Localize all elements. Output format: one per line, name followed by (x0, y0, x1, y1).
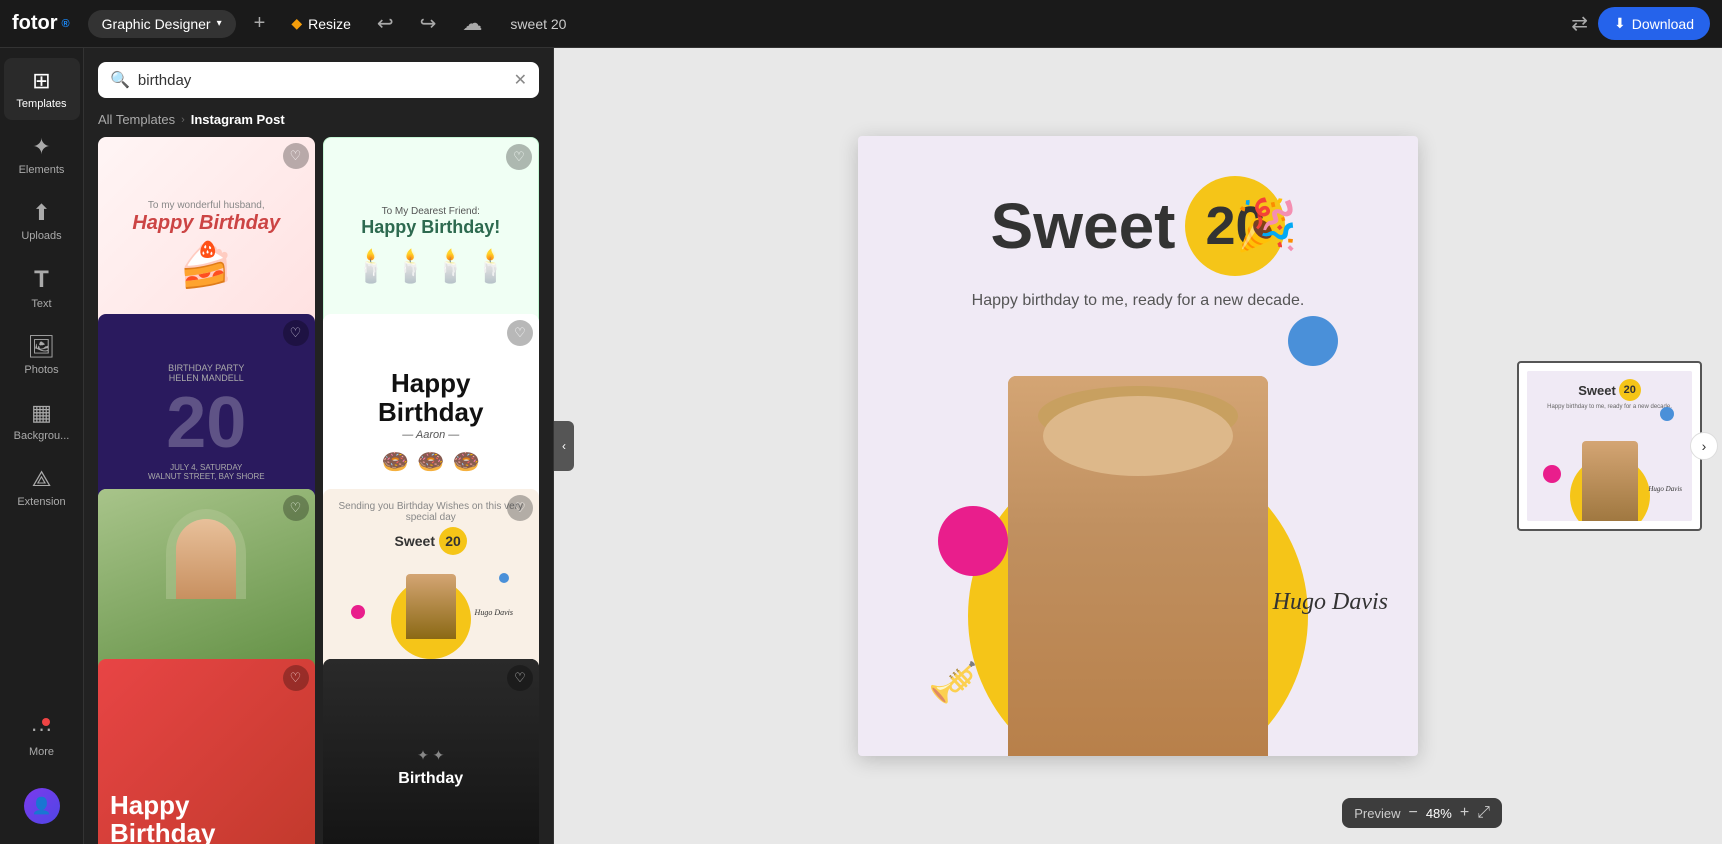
avatar: 👤 (24, 788, 60, 824)
clear-search-button[interactable]: ✕ (514, 70, 527, 90)
uploads-icon: ⬆ (32, 200, 50, 226)
elements-icon: ✦ (32, 134, 50, 160)
undo-button[interactable]: ↩ (369, 7, 402, 40)
avatar-icon: 👤 (32, 796, 52, 816)
breadcrumb-current: Instagram Post (191, 112, 285, 127)
breadcrumb-arrow: › (181, 114, 185, 126)
sidebar-item-extension[interactable]: ⟁ Extension (4, 456, 80, 518)
extension-icon: ⟁ (32, 466, 52, 492)
search-icon: 🔍 (110, 70, 130, 90)
sidebar-item-background[interactable]: ▦ Backgrou... (4, 390, 80, 452)
canvas-area: ‹ Sweet 20 Happy birthday to me, ready f… (554, 48, 1722, 844)
favorite-button-7[interactable]: ♡ (283, 665, 309, 691)
template-card-7[interactable]: HappyBirthday Chloe! ♡ (98, 659, 315, 844)
canvas-name: Hugo Davis (1273, 589, 1388, 616)
favorite-button-4[interactable]: ♡ (507, 320, 533, 346)
sidebar-item-elements[interactable]: ✦ Elements (4, 124, 80, 186)
canvas-blue-dot (1288, 316, 1338, 366)
canvas-confetti: 🎺 (928, 659, 978, 706)
add-button[interactable]: + (246, 8, 274, 39)
canvas-sweet-text: Sweet (991, 189, 1176, 263)
document-title: sweet 20 (510, 16, 566, 32)
zoom-out-button[interactable]: − (1408, 804, 1417, 822)
sidebar-item-avatar[interactable]: 👤 (4, 778, 80, 834)
graphic-designer-button[interactable]: Graphic Designer ▾ (88, 10, 236, 38)
canvas-person-photo (1008, 376, 1268, 756)
canvas-subtitle: Happy birthday to me, ready for a new de… (972, 292, 1305, 310)
sidebar-item-uploads[interactable]: ⬆ Uploads (4, 190, 80, 252)
sidebar-item-photos[interactable]: 🖼 Photos (4, 324, 80, 386)
canvas-card[interactable]: Sweet 20 Happy birthday to me, ready for… (858, 136, 1418, 756)
thumbnail-card: Sweet 20 Happy birthday to me, ready for… (1517, 361, 1702, 531)
zoom-controls: Preview − 48% + ⤢ (1342, 798, 1502, 828)
canvas-pink-dot (938, 506, 1008, 576)
upload-cloud-button[interactable]: ☁ (454, 7, 490, 40)
collapse-panel-button[interactable]: ‹ (554, 421, 574, 471)
thumbnail-inner: Sweet 20 Happy birthday to me, ready for… (1527, 371, 1692, 521)
main-area: ⊞ Templates ✦ Elements ⬆ Uploads T Text … (0, 48, 1722, 844)
template-panel: 🔍 ✕ All Templates › Instagram Post To my… (84, 48, 554, 844)
fullscreen-button[interactable]: ⤢ (1477, 804, 1490, 822)
zoom-in-button[interactable]: + (1460, 804, 1469, 822)
sidebar: ⊞ Templates ✦ Elements ⬆ Uploads T Text … (0, 48, 84, 844)
text-icon: T (34, 266, 49, 294)
topbar-right: ⇄ ⬇ Download (1571, 7, 1710, 40)
background-icon: ▦ (31, 400, 52, 426)
favorite-button-2[interactable]: ♡ (506, 144, 532, 170)
search-box: 🔍 ✕ (98, 62, 539, 98)
redo-button[interactable]: ↪ (412, 7, 445, 40)
favorite-button-6[interactable]: ♡ (507, 495, 533, 521)
chevron-down-icon: ▾ (217, 18, 222, 29)
canvas-wrapper: Sweet 20 Happy birthday to me, ready for… (858, 136, 1418, 756)
canvas-party-hat: 🎉 (1236, 196, 1298, 255)
search-input[interactable] (138, 72, 506, 89)
breadcrumb: All Templates › Instagram Post (84, 108, 553, 137)
notification-badge (42, 718, 50, 726)
preview-label: Preview (1354, 806, 1400, 821)
templates-icon: ⊞ (32, 68, 50, 94)
zoom-level: 48% (1426, 806, 1452, 821)
diamond-icon: ◆ (291, 15, 302, 32)
photos-icon: 🖼 (28, 334, 56, 360)
thumbnail-panel: Sweet 20 Happy birthday to me, ready for… (1517, 361, 1702, 531)
fotor-logo: fotor® (12, 12, 70, 35)
resize-button[interactable]: ◆ Resize (283, 11, 359, 36)
share-button[interactable]: ⇄ (1571, 11, 1588, 36)
favorite-button-1[interactable]: ♡ (283, 143, 309, 169)
favorite-button-3[interactable]: ♡ (283, 320, 309, 346)
favorite-button-5[interactable]: ♡ (283, 495, 309, 521)
search-area: 🔍 ✕ (84, 48, 553, 108)
breadcrumb-home[interactable]: All Templates (98, 112, 175, 127)
thumbnail-subtitle: Happy birthday to me, ready for a new de… (1547, 404, 1672, 410)
next-page-button[interactable]: › (1690, 432, 1718, 460)
sidebar-item-text[interactable]: T Text (4, 256, 80, 320)
sidebar-item-more[interactable]: ··· More (4, 706, 80, 768)
download-button[interactable]: ⬇ Download (1598, 7, 1710, 40)
download-icon: ⬇ (1614, 15, 1626, 32)
topbar: fotor® Graphic Designer ▾ + ◆ Resize ↩ ↪… (0, 0, 1722, 48)
template-card-8[interactable]: ✦ ✦ Birthday ♡ (323, 659, 540, 844)
templates-grid: To my wonderful husband, Happy Birthday … (84, 137, 553, 844)
more-icon: ··· (31, 716, 53, 742)
sidebar-item-templates[interactable]: ⊞ Templates (4, 58, 80, 120)
